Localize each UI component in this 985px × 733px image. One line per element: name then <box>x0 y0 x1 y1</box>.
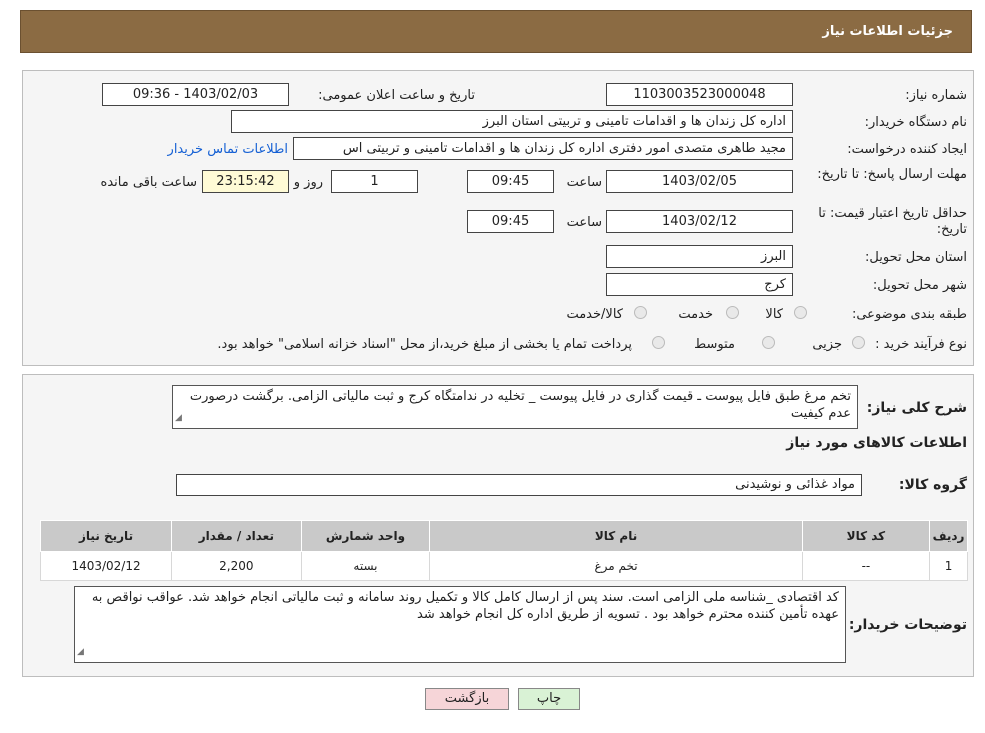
cell-goods-name: تخم مرغ <box>429 551 803 581</box>
days-label: روز و <box>293 175 323 190</box>
category-goods-radio[interactable] <box>794 306 807 319</box>
cell-goods-code: -- <box>801 551 931 581</box>
buyer-org-label: نام دستگاه خریدار: <box>864 115 967 130</box>
col-row-number: ردیف <box>929 520 968 552</box>
table-row: 1 -- تخم مرغ بسته 2,200 1403/02/12 <box>39 551 968 581</box>
category-label: طبقه بندی موضوعی: <box>851 307 967 322</box>
requester-label: ایجاد کننده درخواست: <box>847 142 967 157</box>
city-field: کرج <box>606 273 793 296</box>
remaining-days-field: 1 <box>331 170 418 193</box>
province-field: البرز <box>606 245 793 268</box>
need-summary-textarea[interactable]: تخم مرغ طبق فایل پیوست ـ قیمت گذاری در ف… <box>172 385 858 429</box>
col-goods-code: کد کالا <box>801 520 931 552</box>
process-minor-radio[interactable] <box>852 336 865 349</box>
category-goods-service-label: کالا/خدمت <box>566 307 623 322</box>
process-minor-label: جزیی <box>812 337 842 352</box>
cell-unit: بسته <box>300 551 431 581</box>
process-note: پرداخت تمام یا بخشی از مبلغ خرید،از محل … <box>217 337 632 352</box>
cell-quantity: 2,200 <box>171 551 302 581</box>
need-number-field: 1103003523000048 <box>606 83 793 106</box>
goods-table-header: ردیف کد کالا نام کالا واحد شمارش تعداد /… <box>39 520 968 552</box>
remaining-time-field: 23:15:42 <box>202 170 289 193</box>
price-validity-label: حداقل تاریخ اعتبار قیمت: تا تاریخ: <box>818 206 967 237</box>
col-quantity: تعداد / مقدار <box>171 520 302 552</box>
need-number-label: شماره نیاز: <box>905 88 967 103</box>
process-treasury-checkbox[interactable] <box>652 336 665 349</box>
city-label: شهر محل تحویل: <box>872 278 967 293</box>
col-unit: واحد شمارش <box>300 520 431 552</box>
buyer-notes-label: توضیحات خریدار: <box>848 617 967 633</box>
cell-need-date: 1403/02/12 <box>39 551 173 581</box>
price-validity-date-field: 1403/02/12 <box>606 210 793 233</box>
reply-time-label: ساعت <box>566 175 602 190</box>
price-validity-time-label: ساعت <box>566 215 602 230</box>
need-summary-text: تخم مرغ طبق فایل پیوست ـ قیمت گذاری در ف… <box>189 389 851 421</box>
cell-row-number: 1 <box>929 551 968 581</box>
buyer-notes-textarea[interactable]: کد اقتصادی _شناسه ملی الزامی است. سند پس… <box>74 586 846 663</box>
goods-info-title: اطلاعات کالاهای مورد نیاز <box>786 435 967 451</box>
category-service-label: خدمت <box>678 307 713 322</box>
process-type-label: نوع فرآیند خرید : <box>875 337 967 352</box>
back-button[interactable]: بازگشت <box>425 688 509 710</box>
process-medium-radio[interactable] <box>762 336 775 349</box>
col-goods-name: نام کالا <box>429 520 803 552</box>
announce-datetime-field: 1403/02/03 - 09:36 <box>102 83 289 106</box>
buyer-notes-text: کد اقتصادی _شناسه ملی الزامی است. سند پس… <box>91 590 839 622</box>
page-title: جزئیات اطلاعات نیاز <box>822 24 953 39</box>
remaining-time-label: ساعت باقی مانده <box>100 175 197 190</box>
print-button[interactable]: چاپ <box>518 688 580 710</box>
category-goods-service-radio[interactable] <box>634 306 647 319</box>
reply-deadline-label: مهلت ارسال پاسخ: تا تاریخ: <box>817 167 967 182</box>
category-service-radio[interactable] <box>726 306 739 319</box>
reply-time-field: 09:45 <box>467 170 554 193</box>
resize-grip-icon[interactable]: ◢ <box>175 410 182 427</box>
goods-group-field: مواد غذائی و نوشیدنی <box>176 474 862 496</box>
page-header: جزئیات اطلاعات نیاز <box>20 10 972 53</box>
buyer-org-field: اداره کل زندان ها و اقدامات تامینی و ترب… <box>231 110 793 133</box>
requester-field: مجید طاهری متصدی امور دفتری اداره کل زند… <box>293 137 793 160</box>
need-summary-label: شرح کلی نیاز: <box>866 400 967 416</box>
goods-table: ردیف کد کالا نام کالا واحد شمارش تعداد /… <box>39 520 968 581</box>
goods-group-label: گروه کالا: <box>898 477 967 493</box>
process-medium-label: متوسط <box>694 337 735 352</box>
price-validity-time-field: 09:45 <box>467 210 554 233</box>
buyer-contact-link[interactable]: اطلاعات تماس خریدار <box>168 142 288 157</box>
resize-grip-icon[interactable]: ◢ <box>77 644 84 661</box>
announce-datetime-label: تاریخ و ساعت اعلان عمومی: <box>318 88 475 103</box>
reply-date-field: 1403/02/05 <box>606 170 793 193</box>
col-need-date: تاریخ نیاز <box>39 520 173 552</box>
province-label: استان محل تحویل: <box>865 250 967 265</box>
category-goods-label: کالا <box>765 307 783 322</box>
